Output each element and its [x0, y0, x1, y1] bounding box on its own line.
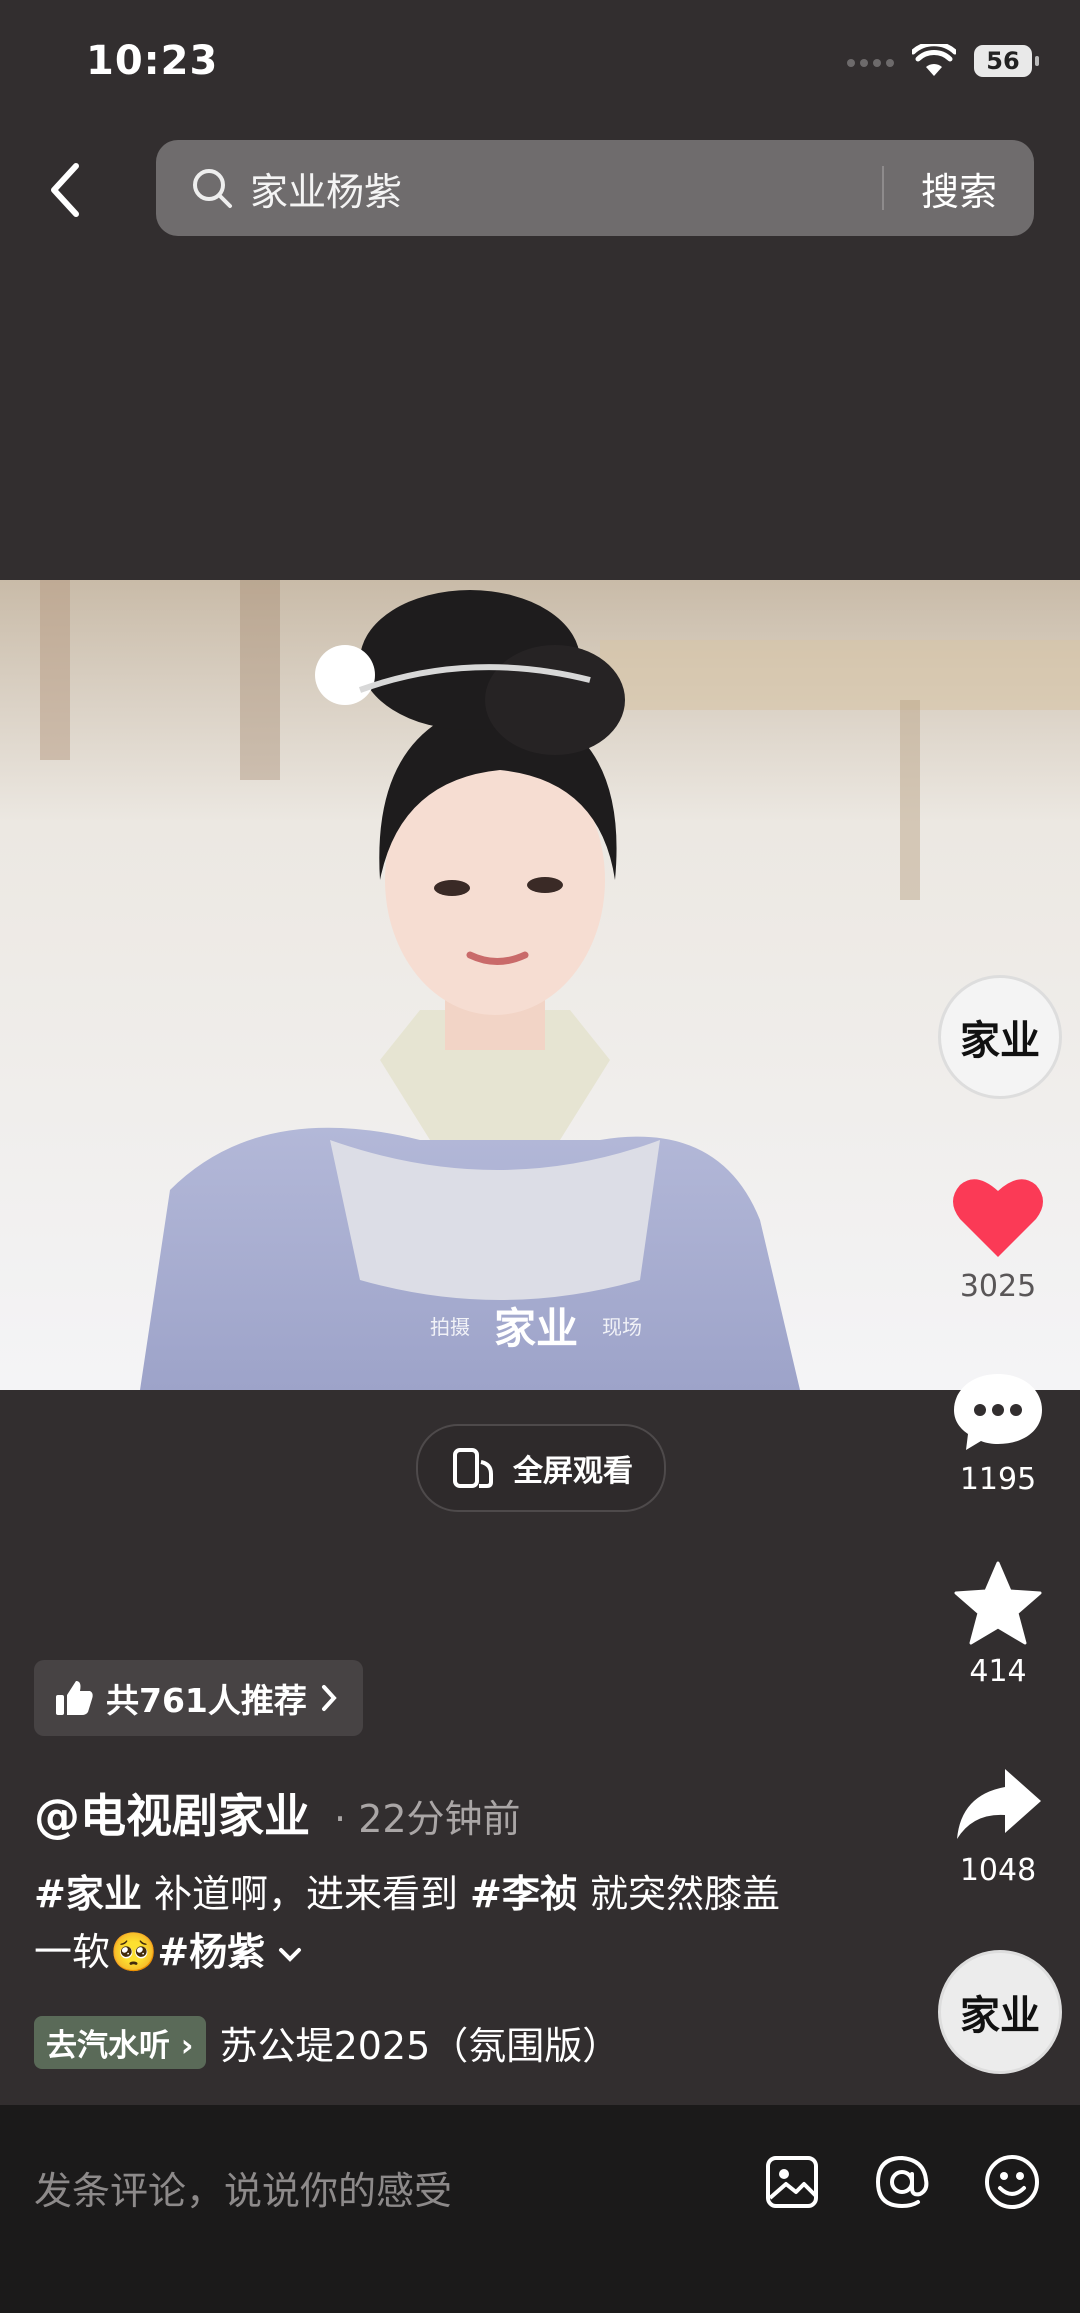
watermark-title: 家业: [494, 1304, 579, 1353]
caption-text-1: 补道啊，进来看到: [153, 1872, 458, 1916]
post-time: · 22分钟前: [334, 1797, 521, 1841]
status-time: 10:23: [86, 38, 219, 84]
heart-icon: [953, 1179, 1043, 1257]
back-button[interactable]: [40, 160, 90, 220]
video-frame: [0, 580, 1080, 1390]
video-watermark: 拍摄 家业 现场: [430, 1295, 642, 1356]
signal-icon: [842, 52, 894, 71]
fullscreen-label: 全屏观看: [513, 1454, 633, 1489]
comment-count: 1195: [959, 1462, 1037, 1497]
author-avatar-wrap[interactable]: 家业: [938, 975, 1062, 1099]
favorite-count: 414: [969, 1654, 1027, 1689]
image-icon[interactable]: [762, 2152, 822, 2212]
music-title[interactable]: 苏公堤2025（氛围版）: [220, 2015, 621, 2070]
hashtag-lizhen[interactable]: #李祯: [470, 1872, 578, 1916]
search-icon: [193, 169, 232, 208]
search-query[interactable]: 家业杨紫: [250, 161, 882, 216]
pleading-emoji-icon: 🥺: [110, 1930, 158, 1974]
battery-icon: 56: [974, 45, 1039, 77]
wifi-icon: [912, 44, 956, 76]
expand-chevron-icon[interactable]: [277, 1945, 303, 1965]
search-button[interactable]: 搜索: [884, 161, 1034, 216]
hashtag-yangzi[interactable]: #杨紫: [157, 1930, 265, 1974]
music-platform-tag[interactable]: 去汽水听 ›: [34, 2016, 206, 2069]
recommend-chip[interactable]: 共761人推荐: [34, 1660, 363, 1736]
post-caption: #家业 补道啊，进来看到 #李祯 就突然膝盖一软🥺#杨紫: [34, 1865, 814, 1981]
watermark-right: 现场: [602, 1315, 643, 1339]
music-disc[interactable]: 家业: [938, 1950, 1062, 2074]
comment-input[interactable]: 发条评论，说说你的感受: [34, 2160, 452, 2215]
music-disc-cover[interactable]: 家业: [938, 1950, 1062, 2074]
star-icon: [954, 1561, 1042, 1645]
share-count: 1048: [959, 1853, 1037, 1888]
share-button[interactable]: 1048: [938, 1765, 1058, 1888]
share-icon: [957, 1769, 1041, 1839]
author-avatar[interactable]: 家业: [938, 975, 1062, 1099]
recommend-label: 共761人推荐: [106, 1681, 307, 1720]
comment-icon: [954, 1374, 1042, 1450]
author-name[interactable]: @电视剧家业: [34, 1789, 310, 1843]
fullscreen-button[interactable]: 全屏观看: [416, 1424, 666, 1512]
mention-icon[interactable]: [872, 2152, 932, 2212]
search-input[interactable]: 家业杨紫 搜索: [156, 140, 1034, 236]
author-line: @电视剧家业 · 22分钟前: [34, 1780, 521, 1846]
like-count: 3025: [959, 1269, 1037, 1304]
comment-button[interactable]: 1195: [938, 1370, 1058, 1497]
chevron-right-icon: [321, 1685, 337, 1711]
status-icons: 56: [842, 44, 1039, 78]
rotate-screen-icon: [453, 1448, 493, 1488]
music-line[interactable]: 去汽水听 › 苏公堤2025（氛围版）: [34, 2015, 620, 2070]
thumbs-up-icon: [56, 1681, 93, 1715]
hashtag-jiaye[interactable]: #家业: [34, 1872, 142, 1916]
like-button[interactable]: 3025: [938, 1175, 1058, 1304]
video-player[interactable]: 拍摄 家业 现场: [0, 580, 1080, 1390]
watermark-left: 拍摄: [430, 1315, 470, 1339]
favorite-button[interactable]: 414: [938, 1560, 1058, 1689]
emoji-icon[interactable]: [982, 2152, 1042, 2212]
